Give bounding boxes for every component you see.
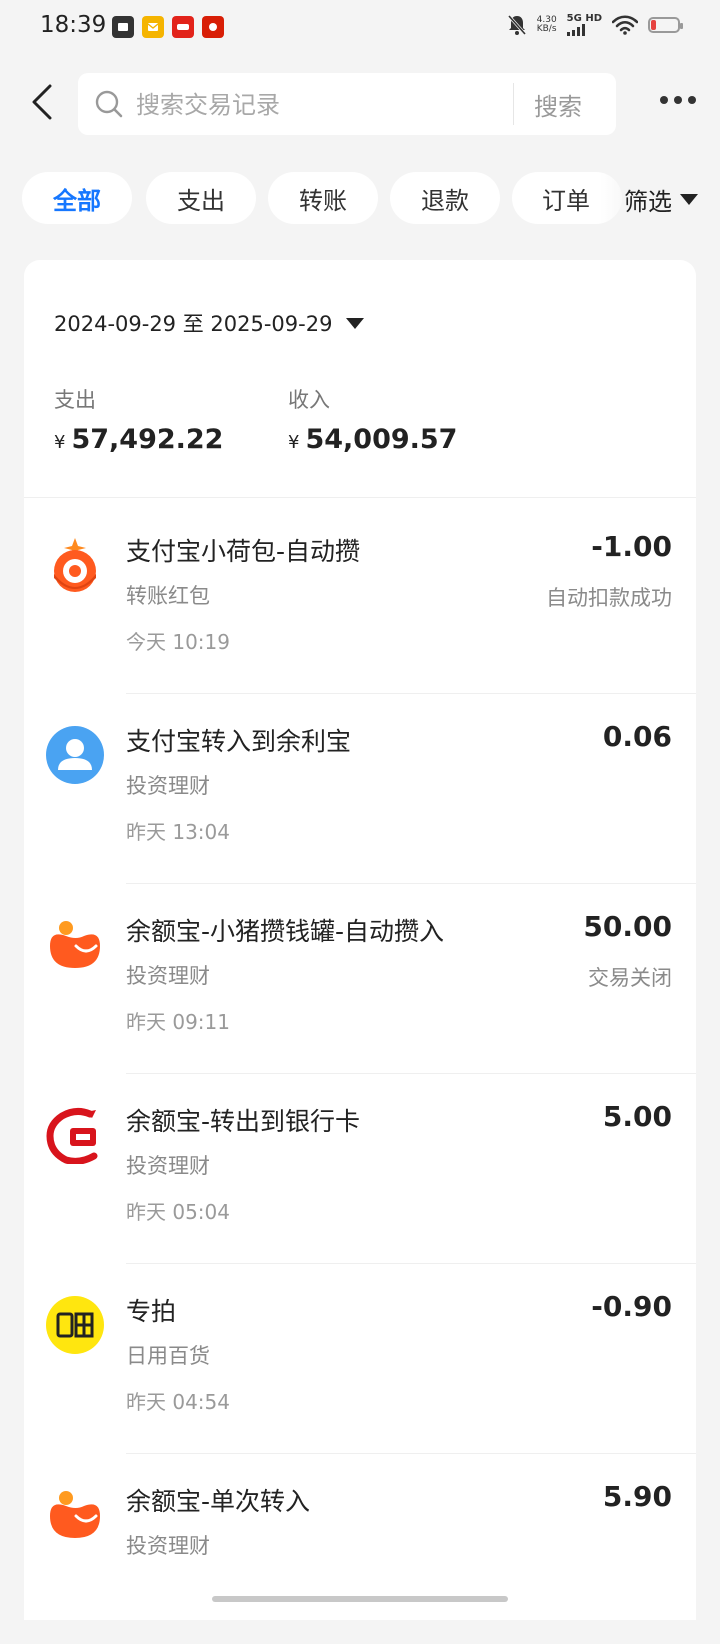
tab-all[interactable]: 全部 <box>22 172 132 224</box>
more-options-button[interactable] <box>660 96 696 104</box>
more-dot-icon <box>674 96 682 104</box>
status-indicators: 4.30 KB/s 5G HD <box>507 14 683 36</box>
date-range-text: 2024-09-29 至 2025-09-29 <box>54 312 333 336</box>
user-avatar-icon <box>46 726 104 784</box>
tab-refund[interactable]: 退款 <box>390 172 500 224</box>
transaction-row[interactable]: 余额宝-转出到银行卡 投资理财 昨天 05:04 5.00 <box>24 1068 696 1264</box>
xianyu-icon <box>46 1296 104 1354</box>
home-indicator[interactable] <box>212 1596 508 1602</box>
expense-value: ¥57,492.22 <box>54 424 224 455</box>
notification-icons <box>112 16 224 38</box>
yuebao-icon <box>50 1491 100 1538</box>
expense-summary: 支出 ¥57,492.22 <box>54 384 223 455</box>
transaction-time: 今天 10:19 <box>126 630 230 654</box>
expense-label: 支出 <box>54 388 96 412</box>
yuebao-icon <box>50 921 100 968</box>
wifi-icon <box>612 15 638 35</box>
transaction-time: 昨天 09:11 <box>126 1010 230 1034</box>
caret-down-icon <box>680 194 698 205</box>
transaction-row[interactable]: 支付宝转入到余利宝 投资理财 昨天 13:04 0.06 <box>24 688 696 884</box>
income-label: 收入 <box>288 388 330 412</box>
header: 搜索 <box>0 70 720 136</box>
transaction-amount: -1.00 <box>591 530 672 563</box>
transaction-title: 余额宝-单次转入 <box>126 1487 311 1516</box>
network-speed: 4.30 KB/s <box>536 15 557 34</box>
transaction-title: 支付宝小荷包-自动攒 <box>126 537 361 566</box>
transaction-amount: 5.00 <box>602 1100 672 1133</box>
status-bar: 18:39 4.30 KB/s 5G HD <box>0 0 720 56</box>
transaction-amount: 5.90 <box>602 1480 672 1513</box>
transaction-title: 余额宝-转出到银行卡 <box>126 1107 361 1136</box>
transaction-time: 昨天 04:54 <box>126 1390 230 1414</box>
income-value: ¥54,009.57 <box>288 424 458 455</box>
battery-icon <box>648 17 683 33</box>
mail-app-icon <box>112 16 134 38</box>
transaction-amount: -0.90 <box>591 1290 672 1323</box>
transaction-title: 支付宝转入到余利宝 <box>126 727 352 756</box>
more-dot-icon <box>688 96 696 104</box>
date-range-selector[interactable]: 2024-09-29 至 2025-09-29 <box>54 308 365 338</box>
transaction-category: 日用百货 <box>126 1344 210 1368</box>
bank-card-icon <box>46 1107 98 1164</box>
filter-tabs: 全部 支出 转账 退款 订单 筛选 <box>0 172 720 226</box>
transaction-card: 2024-09-29 至 2025-09-29 支出 ¥57,492.22 收入… <box>24 260 696 1620</box>
transaction-title: 余额宝-小猪攒钱罐-自动攒入 <box>126 917 445 946</box>
chevron-left-icon <box>32 84 52 120</box>
transaction-time: 昨天 13:04 <box>126 820 230 844</box>
search-icon <box>95 90 123 118</box>
message-app-icon <box>142 16 164 38</box>
filter-label: 筛选 <box>624 188 672 216</box>
transaction-time: 昨天 05:04 <box>126 1200 230 1224</box>
cellular-signal: 5G HD <box>566 14 602 36</box>
shopping-app-icon <box>172 16 194 38</box>
search-input[interactable] <box>134 85 578 125</box>
transaction-status: 自动扣款成功 <box>546 586 672 610</box>
alipay-pocket-icon <box>54 538 96 592</box>
transaction-category: 投资理财 <box>126 1534 210 1558</box>
transaction-amount: 50.00 <box>583 910 672 943</box>
transaction-row[interactable]: 余额宝-单次转入 投资理财 5.90 <box>24 1448 696 1644</box>
income-summary: 收入 ¥54,009.57 <box>288 384 457 455</box>
transaction-row[interactable]: 余额宝-小猪攒钱罐-自动攒入 投资理财 昨天 09:11 50.00 交易关闭 <box>24 878 696 1074</box>
transaction-category: 投资理财 <box>126 1154 210 1178</box>
transaction-category: 转账红包 <box>126 584 210 608</box>
transaction-row[interactable]: 支付宝小荷包-自动攒 转账红包 今天 10:19 -1.00 自动扣款成功 <box>24 498 696 694</box>
transaction-category: 投资理财 <box>126 964 210 988</box>
tab-transfer[interactable]: 转账 <box>268 172 378 224</box>
transaction-amount: 0.06 <box>602 720 672 753</box>
search-divider <box>513 83 514 125</box>
search-box[interactable]: 搜索 <box>78 73 616 135</box>
transaction-status: 交易关闭 <box>588 966 672 990</box>
caret-down-icon <box>346 317 365 329</box>
status-time: 18:39 <box>40 12 107 38</box>
news-app-icon <box>202 16 224 38</box>
search-button[interactable]: 搜索 <box>534 87 582 122</box>
filter-button[interactable]: 筛选 <box>624 182 698 217</box>
back-button[interactable] <box>22 82 62 122</box>
transaction-row[interactable]: 专拍 日用百货 昨天 04:54 -0.90 <box>24 1258 696 1454</box>
signal-bars-icon <box>566 24 602 36</box>
tab-expense[interactable]: 支出 <box>146 172 256 224</box>
mute-bell-icon <box>507 15 526 35</box>
more-dot-icon <box>660 96 668 104</box>
transaction-title: 专拍 <box>126 1297 177 1326</box>
transaction-category: 投资理财 <box>126 774 210 798</box>
